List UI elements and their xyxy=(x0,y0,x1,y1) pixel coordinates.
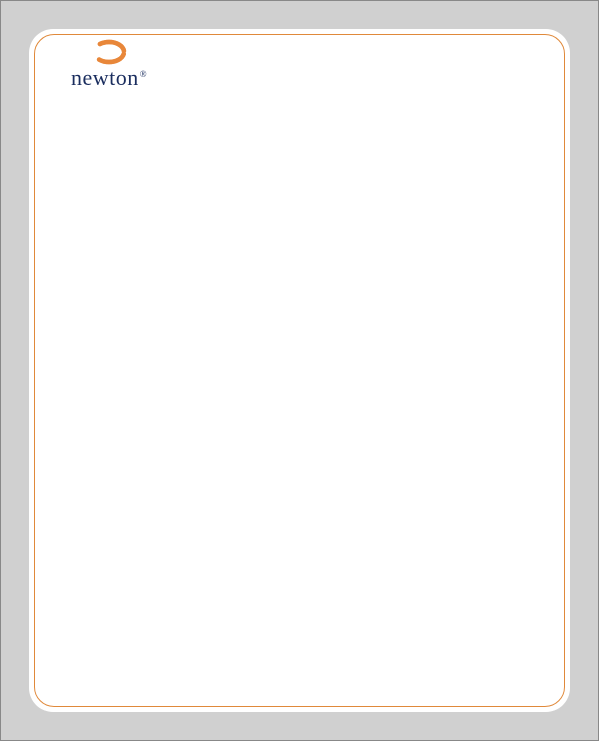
brand-name: newton® xyxy=(71,67,147,89)
orange-border xyxy=(34,34,565,707)
brand-text: newton xyxy=(71,65,139,90)
swirl-icon xyxy=(91,39,127,65)
registered-mark: ® xyxy=(140,69,147,79)
letterhead-page: newton® xyxy=(29,29,570,712)
brand-logo: newton® xyxy=(61,39,157,95)
